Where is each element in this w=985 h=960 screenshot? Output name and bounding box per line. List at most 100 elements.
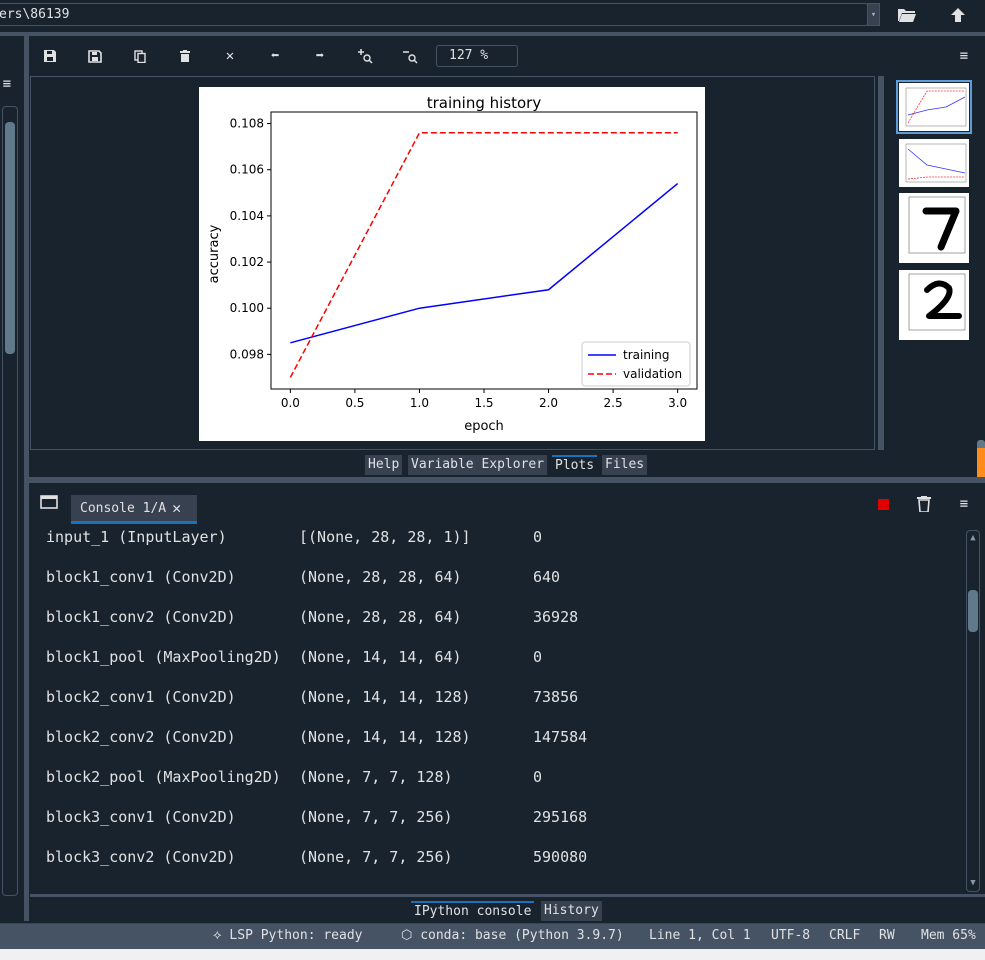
file-mode-status: RW bbox=[879, 928, 895, 943]
legend-label: validation bbox=[623, 367, 682, 381]
x-tick-label: 1.0 bbox=[410, 396, 429, 410]
next-plot-button[interactable]: ➡ bbox=[308, 44, 332, 68]
arrow-right-icon: ➡ bbox=[315, 48, 325, 64]
x-axis-label: epoch bbox=[464, 419, 504, 434]
console-scrollbar[interactable] bbox=[966, 530, 980, 892]
console-layer-cell: input_1 (InputLayer) bbox=[46, 528, 227, 546]
left-pane-scroll-handle[interactable] bbox=[5, 122, 15, 354]
plot-thumbnail[interactable] bbox=[899, 139, 969, 187]
console-tab[interactable]: Console 1/A ✕ bbox=[71, 495, 197, 524]
scroll-down-icon[interactable]: ▼ bbox=[968, 878, 978, 888]
scroll-up-icon[interactable]: ▲ bbox=[968, 533, 978, 543]
console-params-cell: 0 bbox=[533, 768, 543, 786]
arrow-left-icon: ⬅ bbox=[270, 48, 280, 64]
lsp-icon: ⟡ bbox=[213, 928, 230, 943]
training-history-chart: training history accuracy epoch 0.0 0.5 1.… bbox=[207, 94, 698, 434]
save-plot-button[interactable] bbox=[38, 44, 62, 68]
console-layer-cell: block2_conv2 (Conv2D) bbox=[46, 728, 236, 746]
console-params-cell: 0 bbox=[533, 648, 543, 666]
trash-icon bbox=[917, 496, 931, 512]
hamburger-icon: ≡ bbox=[2, 76, 12, 92]
remove-all-plots-button[interactable]: ✕ bbox=[218, 44, 242, 68]
console-shape-cell: (None, 7, 7, 256) bbox=[299, 848, 453, 866]
copy-plot-button[interactable] bbox=[128, 44, 152, 68]
save-icon bbox=[44, 50, 56, 62]
tab-plots[interactable]: Plots bbox=[552, 455, 598, 475]
console-shape-cell: (None, 7, 7, 128) bbox=[299, 768, 453, 786]
memory-status: Mem 65% bbox=[921, 928, 976, 943]
save-all-plots-button[interactable] bbox=[83, 44, 107, 68]
y-tick-label: 0.100 bbox=[230, 301, 264, 315]
thumbnail-digit-seven bbox=[908, 196, 966, 254]
tab-help[interactable]: Help bbox=[365, 455, 403, 475]
y-axis-label: accuracy bbox=[207, 224, 222, 283]
tab-history[interactable]: History bbox=[541, 901, 602, 921]
tab-variable-explorer[interactable]: Variable Explorer bbox=[408, 455, 548, 475]
conda-status: ⬡ conda: base (Python 3.9.7) bbox=[401, 928, 624, 943]
console-horizontal-scrollbar[interactable] bbox=[30, 894, 985, 897]
console-layer-cell: block1_pool (MaxPooling2D) bbox=[46, 648, 281, 666]
console-params-cell: 147584 bbox=[533, 728, 588, 746]
console-layer-cell: block2_conv1 (Conv2D) bbox=[46, 688, 236, 706]
package-icon: ⬡ bbox=[401, 928, 421, 943]
x-tick-label: 2.5 bbox=[604, 396, 623, 410]
console-scroll-handle[interactable] bbox=[968, 590, 978, 632]
chevron-down-icon: ▾ bbox=[870, 9, 877, 20]
series-line-validation bbox=[289, 132, 678, 378]
console-shape-cell: (None, 14, 14, 64) bbox=[299, 648, 462, 666]
console-params-cell: 73856 bbox=[533, 688, 579, 706]
console-shape-cell: (None, 14, 14, 128) bbox=[299, 688, 471, 706]
y-tick-label: 0.098 bbox=[230, 347, 264, 361]
window-icon bbox=[40, 495, 58, 509]
hamburger-icon: ≡ bbox=[959, 496, 969, 512]
tab-ipython-console[interactable]: IPython console bbox=[411, 901, 535, 921]
plot-thumbnail[interactable] bbox=[896, 80, 972, 134]
plot-thumbnail[interactable] bbox=[899, 193, 969, 263]
console-layer-cell: block3_conv1 (Conv2D) bbox=[46, 808, 236, 826]
chart-title: training history bbox=[427, 94, 542, 112]
console-layer-cell: block2_pool (MaxPooling2D) bbox=[46, 768, 281, 786]
clear-console-button[interactable] bbox=[914, 494, 934, 514]
console-params-cell: 640 bbox=[533, 568, 561, 586]
zoom-in-button[interactable] bbox=[353, 44, 377, 68]
x-tick-label: 0.5 bbox=[345, 396, 364, 410]
tab-files[interactable]: Files bbox=[602, 455, 648, 475]
close-icon[interactable]: ✕ bbox=[172, 495, 181, 522]
left-pane-menu-button[interactable]: ≡ bbox=[0, 74, 14, 94]
console-shape-cell: (None, 28, 28, 64) bbox=[299, 608, 462, 626]
plots-options-menu-button[interactable]: ≡ bbox=[952, 44, 976, 68]
lsp-status: ⟡ LSP Python: ready bbox=[213, 928, 363, 943]
browse-directory-button[interactable] bbox=[895, 3, 919, 27]
remove-plot-button[interactable] bbox=[173, 44, 197, 68]
working-directory-input[interactable]: ers\86139 bbox=[0, 3, 868, 26]
directory-dropdown-button[interactable]: ▾ bbox=[867, 3, 880, 26]
thumbnail-digit-two bbox=[908, 273, 966, 331]
zoom-level-field[interactable]: 127 % bbox=[436, 45, 518, 67]
console-layer-cell: block1_conv2 (Conv2D) bbox=[46, 608, 236, 626]
console-params-cell: 295168 bbox=[533, 808, 588, 826]
plot-thumbnail[interactable] bbox=[899, 270, 969, 340]
console-shape-cell: (None, 28, 28, 64) bbox=[299, 568, 462, 586]
stop-kernel-button[interactable] bbox=[878, 499, 889, 510]
console-layer-cell: block3_conv2 (Conv2D) bbox=[46, 848, 236, 866]
thumbnail-splitter[interactable] bbox=[878, 76, 884, 450]
parent-directory-button[interactable] bbox=[946, 3, 970, 27]
eol-status: CRLF bbox=[829, 928, 861, 943]
hamburger-icon: ≡ bbox=[959, 48, 969, 64]
zoom-in-icon bbox=[358, 49, 373, 64]
x-tick-label: 2.0 bbox=[539, 396, 558, 410]
console-params-cell: 36928 bbox=[533, 608, 579, 626]
console-tab-label: Console 1/A bbox=[80, 500, 167, 516]
x-tick-label: 3.0 bbox=[668, 396, 687, 410]
console-window-button[interactable] bbox=[40, 494, 62, 514]
console-shape-cell: [(None, 28, 28, 1)] bbox=[299, 528, 471, 546]
arrow-up-icon bbox=[951, 8, 965, 22]
plot-figure: training history accuracy epoch 0.0 0.5 1.… bbox=[199, 87, 705, 441]
remove-all-icon: ✕ bbox=[225, 48, 235, 64]
previous-plot-button[interactable]: ⬅ bbox=[263, 44, 287, 68]
console-params-cell: 590080 bbox=[533, 848, 588, 866]
console-shape-cell: (None, 7, 7, 256) bbox=[299, 808, 453, 826]
zoom-out-button[interactable] bbox=[398, 44, 422, 68]
console-options-menu-button[interactable]: ≡ bbox=[952, 492, 976, 516]
y-tick-label: 0.104 bbox=[230, 209, 264, 223]
